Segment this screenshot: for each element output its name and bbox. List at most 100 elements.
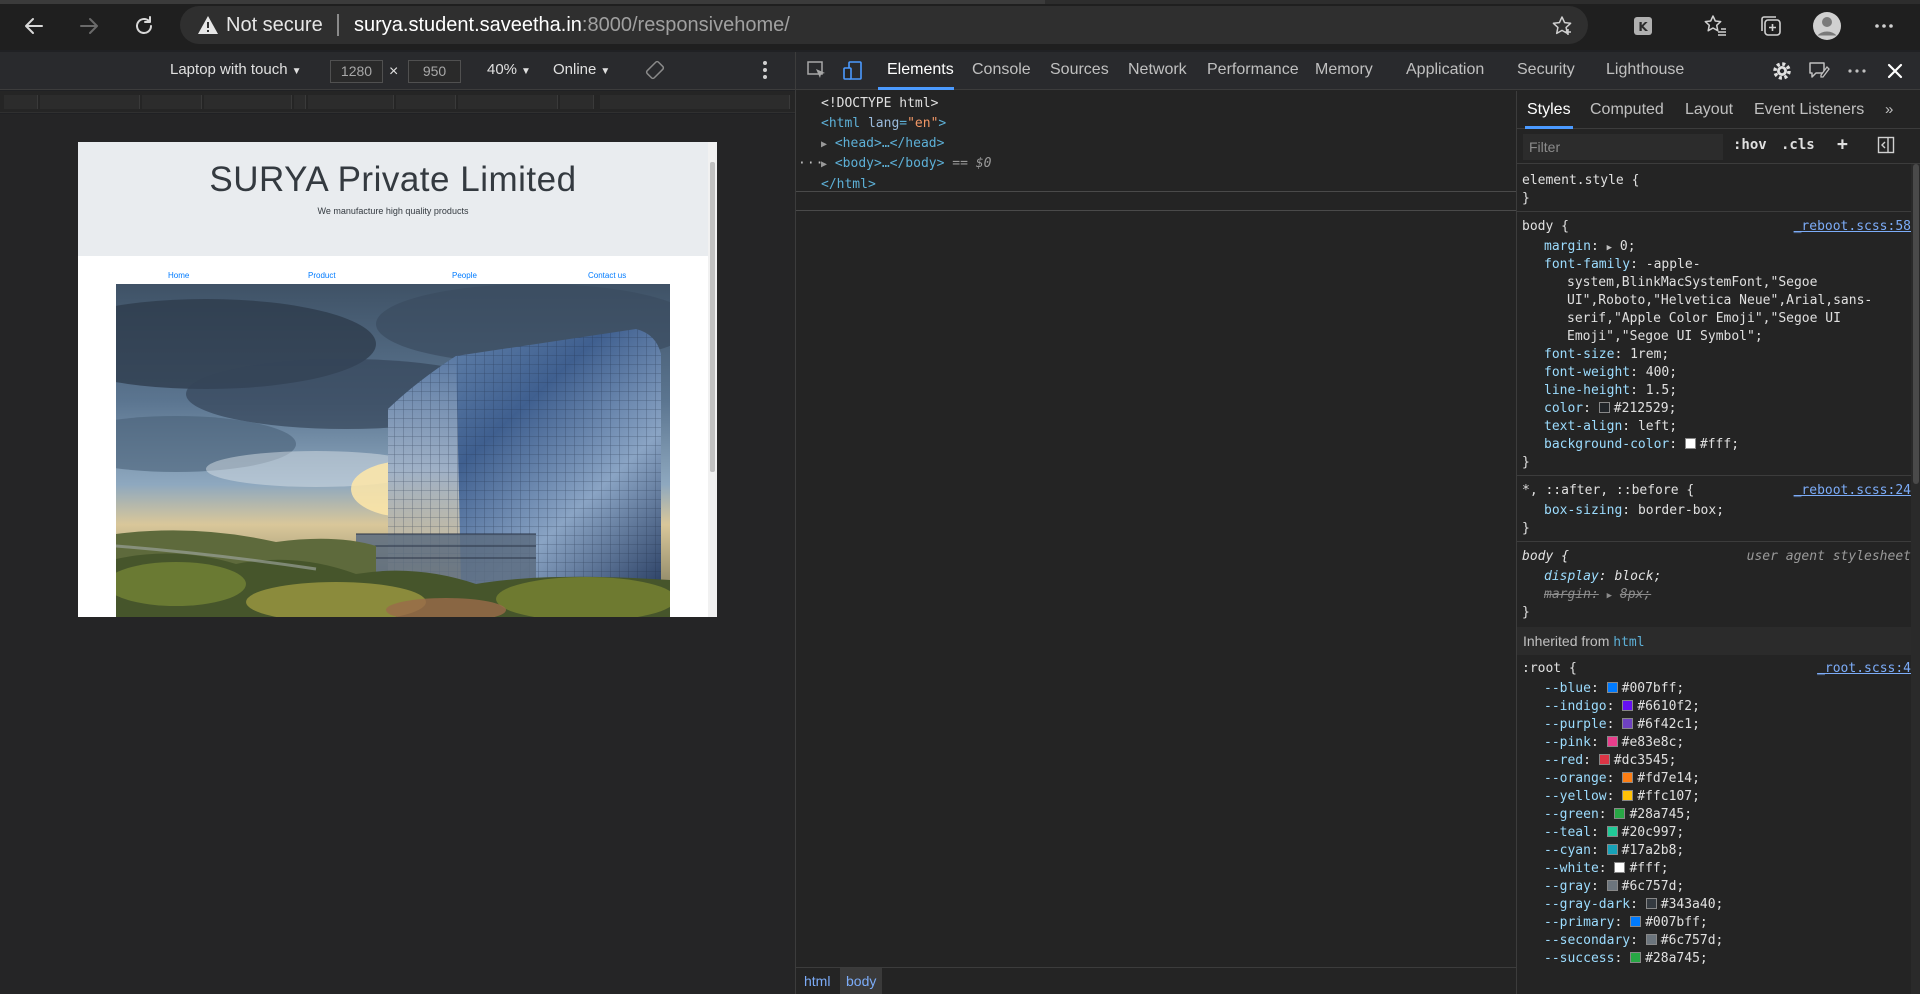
new-rule-button[interactable]: +	[1837, 134, 1848, 155]
dom-html-open[interactable]: <html lang="en">	[821, 116, 946, 131]
breadcrumb-html[interactable]: html	[798, 973, 836, 989]
rotate-icon[interactable]	[645, 60, 665, 84]
tab-styles[interactable]: Styles	[1527, 101, 1571, 119]
media-query-ruler[interactable]	[0, 91, 795, 113]
decl-color[interactable]: color: #212529;	[1544, 401, 1676, 416]
tab-lighthouse[interactable]: Lighthouse	[1606, 61, 1684, 79]
add-favorite-icon[interactable]	[1550, 14, 1574, 42]
viewport-width-input[interactable]: 1280	[330, 60, 383, 83]
dom-head-node[interactable]: ▶ <head>…</head>	[821, 136, 944, 151]
color-swatch[interactable]	[1606, 682, 1618, 693]
collections-icon[interactable]	[1756, 11, 1786, 41]
decl-background-color[interactable]: background-color: #fff;	[1544, 437, 1739, 452]
decl-box-sizing[interactable]: box-sizing: border-box;	[1544, 503, 1724, 518]
css-variable-decl[interactable]: --orange: #fd7e14;	[1544, 771, 1700, 786]
feedback-icon[interactable]	[1807, 60, 1831, 87]
dom-doctype[interactable]: <!DOCTYPE html>	[821, 96, 938, 111]
decl-margin[interactable]: margin: ▶ 0;	[1544, 239, 1636, 254]
css-variable-decl[interactable]: --cyan: #17a2b8;	[1544, 843, 1684, 858]
nav-link-product[interactable]: Product	[308, 271, 336, 280]
color-swatch[interactable]	[1598, 754, 1610, 765]
color-swatch[interactable]	[1614, 862, 1626, 873]
settings-gear-icon[interactable]	[1771, 60, 1793, 87]
inspect-element-icon[interactable]	[806, 60, 828, 87]
css-variable-decl[interactable]: --pink: #e83e8c;	[1544, 735, 1684, 750]
color-swatch[interactable]	[1684, 438, 1696, 449]
decl-margin-overridden[interactable]: margin: ▶ 8px;	[1544, 587, 1651, 602]
color-swatch[interactable]	[1622, 718, 1634, 729]
active-tab-strip[interactable]	[0, 0, 1045, 4]
device-toggle-icon[interactable]	[842, 60, 864, 87]
css-variable-decl[interactable]: --yellow: #ffc107;	[1544, 789, 1700, 804]
devtools-more-icon[interactable]	[1846, 62, 1868, 85]
extension-icon[interactable]: K	[1628, 11, 1658, 41]
ua-rule-selector[interactable]: body {	[1522, 549, 1569, 564]
color-swatch[interactable]	[1606, 844, 1618, 855]
color-swatch[interactable]	[1622, 700, 1634, 711]
device-select[interactable]: Laptop with touch ▼	[170, 61, 302, 78]
expand-triangle-icon[interactable]: ▶	[1607, 243, 1612, 253]
css-variable-decl[interactable]: --purple: #6f42c1;	[1544, 717, 1700, 732]
styles-scrollbar[interactable]	[1911, 164, 1920, 994]
css-variable-decl[interactable]: --white: #fff;	[1544, 861, 1669, 876]
root-rule-selector[interactable]: :root {	[1522, 661, 1577, 676]
nav-link-home[interactable]: Home	[168, 271, 189, 280]
selected-node-row[interactable]	[796, 191, 1516, 211]
decl-font-family[interactable]: font-family: -apple-	[1544, 257, 1701, 272]
tab-memory[interactable]: Memory	[1315, 61, 1373, 79]
close-devtools-icon[interactable]	[1886, 62, 1904, 85]
network-throttle-select[interactable]: Online ▼	[553, 61, 610, 78]
decl-font-weight[interactable]: font-weight: 400;	[1544, 365, 1677, 380]
css-variable-decl[interactable]: --blue: #007bff;	[1544, 681, 1684, 696]
element-style-selector[interactable]: element.style {	[1522, 173, 1639, 188]
decl-font-size[interactable]: font-size: 1rem;	[1544, 347, 1669, 362]
css-variable-decl[interactable]: --primary: #007bff;	[1544, 915, 1708, 930]
css-variable-decl[interactable]: --gray: #6c757d;	[1544, 879, 1684, 894]
page-scrollbar[interactable]	[708, 142, 717, 617]
decl-line-height[interactable]: line-height: 1.5;	[1544, 383, 1677, 398]
page-scrollbar-thumb[interactable]	[710, 162, 715, 472]
body-rule-source-link[interactable]: _reboot.scss:58	[1794, 219, 1911, 234]
color-swatch[interactable]	[1630, 916, 1642, 927]
tab-application[interactable]: Application	[1406, 61, 1484, 79]
favorites-icon[interactable]	[1700, 11, 1730, 41]
decl-text-align[interactable]: text-align: left;	[1544, 419, 1677, 434]
cls-button[interactable]: .cls	[1781, 137, 1815, 153]
color-swatch[interactable]	[1630, 952, 1642, 963]
tab-performance[interactable]: Performance	[1207, 61, 1299, 79]
css-variable-decl[interactable]: --teal: #20c997;	[1544, 825, 1684, 840]
color-swatch[interactable]	[1622, 790, 1634, 801]
breadcrumb-body[interactable]: body	[840, 968, 883, 994]
more-options-icon[interactable]	[1869, 11, 1899, 41]
device-toolbar-menu-icon[interactable]	[762, 59, 768, 85]
tab-event-listeners[interactable]: Event Listeners	[1754, 101, 1864, 119]
color-swatch[interactable]	[1606, 826, 1618, 837]
color-swatch[interactable]	[1645, 898, 1657, 909]
expand-triangle-icon[interactable]: ▶	[821, 159, 827, 170]
color-swatch[interactable]	[1622, 772, 1634, 783]
toggle-sidebar-icon[interactable]	[1877, 136, 1895, 158]
tab-layout[interactable]: Layout	[1685, 101, 1733, 119]
refresh-icon[interactable]	[130, 12, 158, 40]
nav-link-people[interactable]: People	[452, 271, 477, 280]
tab-console[interactable]: Console	[972, 61, 1031, 79]
zoom-select[interactable]: 40% ▼	[487, 61, 531, 78]
css-variable-decl[interactable]: --success: #28a745;	[1544, 951, 1708, 966]
css-variable-decl[interactable]: --red: #dc3545;	[1544, 753, 1676, 768]
decl-display[interactable]: display: block;	[1544, 569, 1661, 584]
css-variable-decl[interactable]: --secondary: #6c757d;	[1544, 933, 1723, 948]
expand-triangle-icon[interactable]: ▶	[1607, 591, 1612, 601]
address-bar[interactable]: Not secure surya.student.saveetha.in:800…	[180, 6, 1588, 44]
universal-rule-selector[interactable]: *, ::after, ::before {	[1522, 483, 1694, 498]
tab-computed[interactable]: Computed	[1590, 101, 1664, 119]
css-variable-decl[interactable]: --gray-dark: #343a40;	[1544, 897, 1723, 912]
tab-security[interactable]: Security	[1517, 61, 1575, 79]
tab-elements[interactable]: Elements	[887, 61, 954, 79]
tab-sources[interactable]: Sources	[1050, 61, 1109, 79]
color-swatch[interactable]	[1606, 880, 1618, 891]
back-arrow-icon[interactable]	[20, 12, 48, 40]
forward-arrow-icon[interactable]	[75, 12, 103, 40]
color-swatch[interactable]	[1614, 808, 1626, 819]
url-text[interactable]: surya.student.saveetha.in:8000/responsiv…	[354, 14, 790, 37]
security-label[interactable]: Not secure	[226, 14, 323, 37]
